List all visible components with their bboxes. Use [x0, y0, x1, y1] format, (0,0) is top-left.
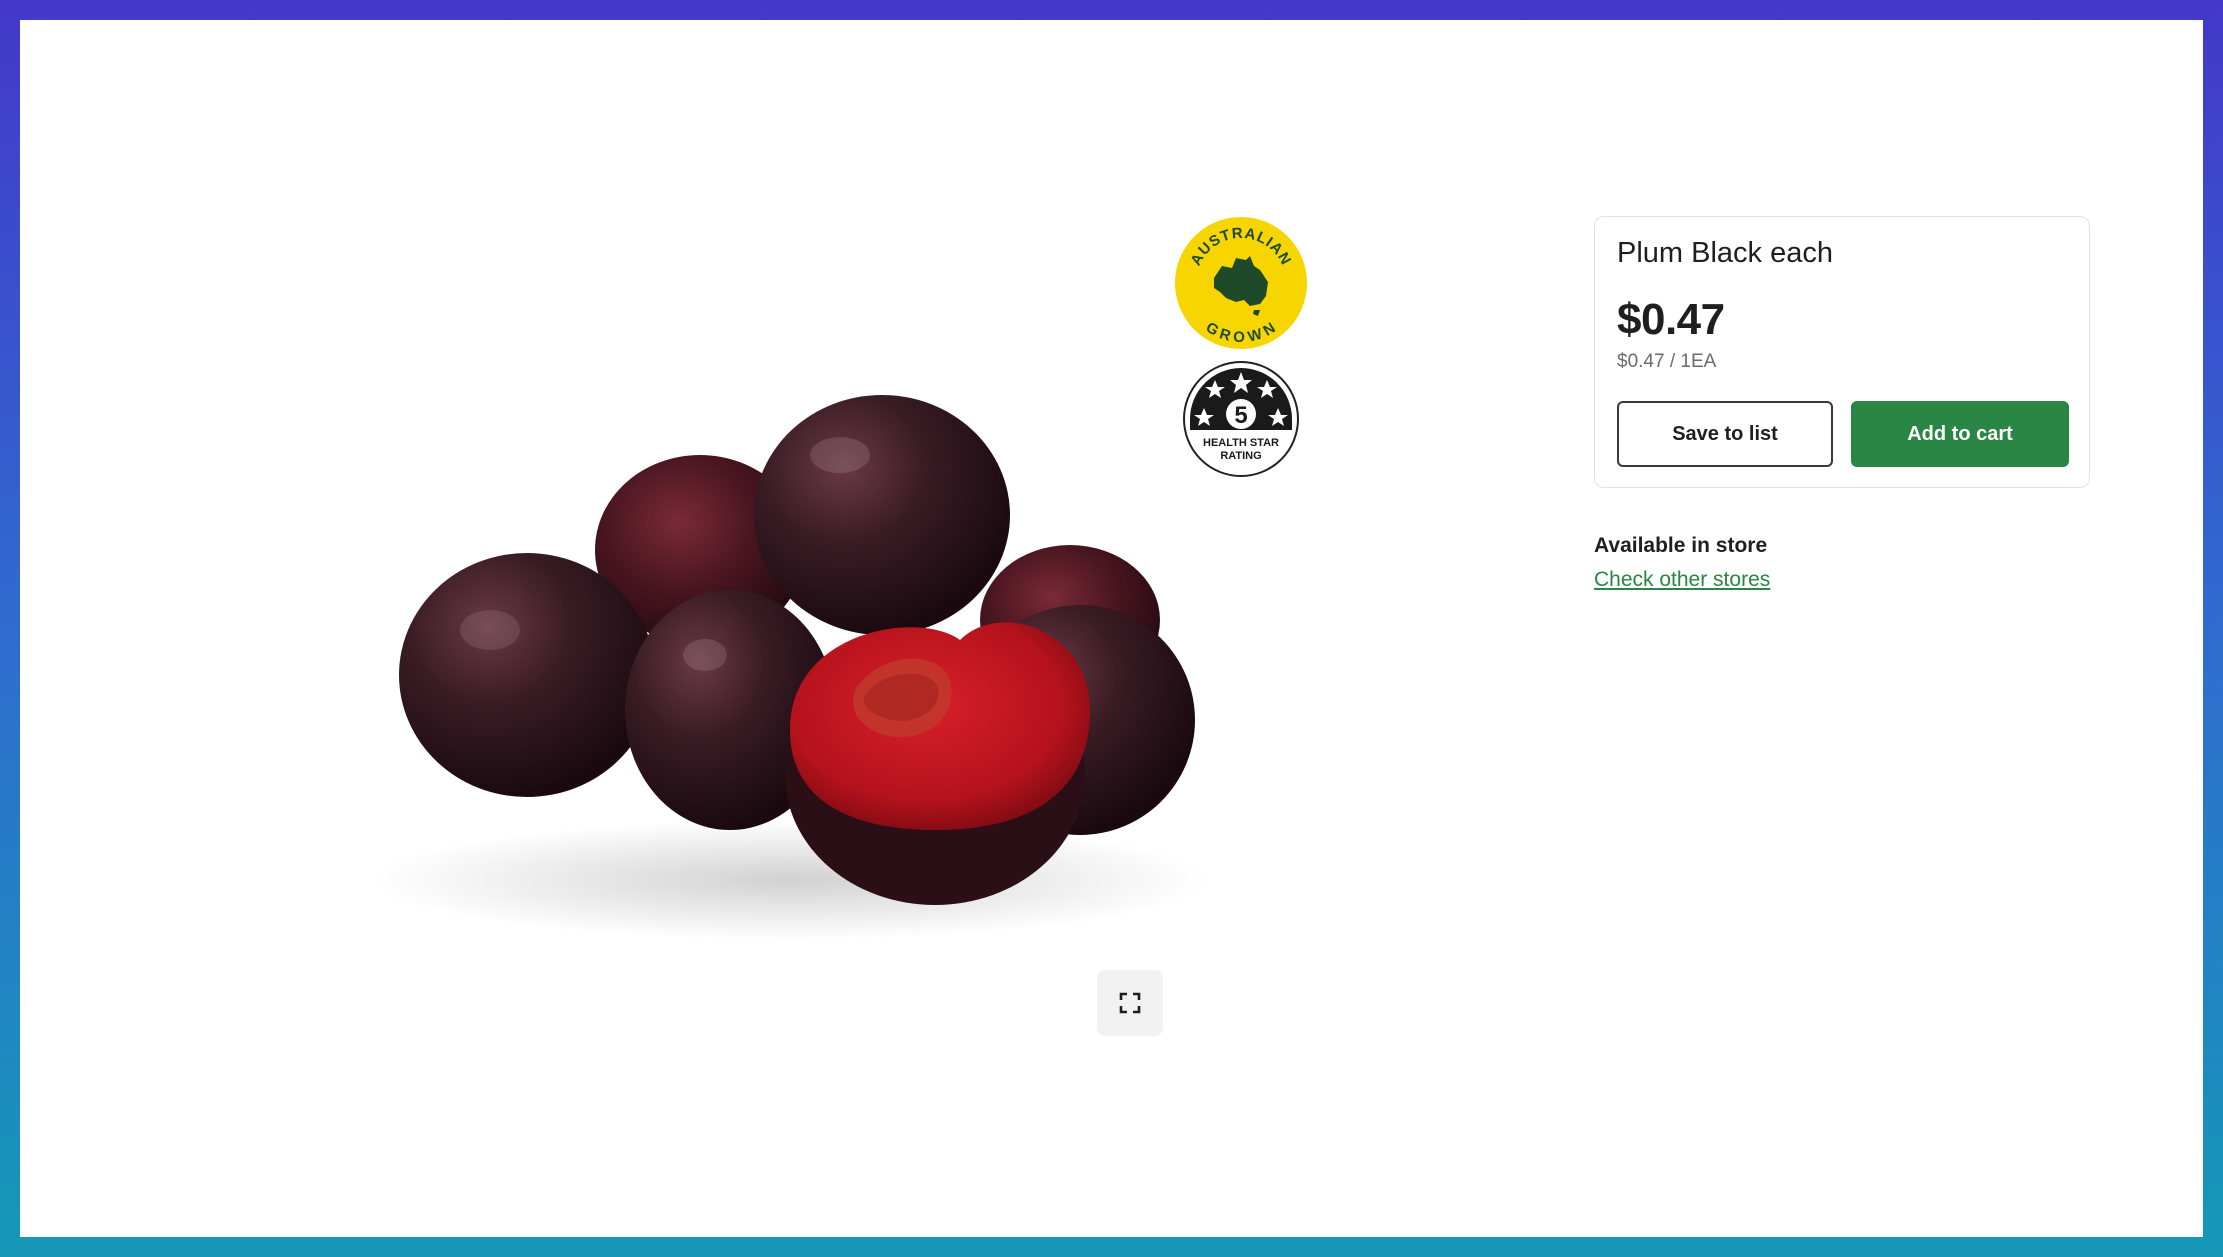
expand-image-button[interactable]: [1097, 970, 1163, 1036]
product-image: [370, 395, 1210, 940]
product-price: $0.47: [1617, 295, 1725, 344]
availability-status: Available in store: [1594, 534, 1768, 557]
expand-icon: [1119, 992, 1141, 1014]
unit-price: $0.47 / 1EA: [1617, 351, 1717, 372]
health-star-rating-badge: 5 HEALTH STAR RATING: [1183, 361, 1299, 477]
add-to-cart-button[interactable]: Add to cart: [1851, 401, 2069, 467]
svg-text:HEALTH STAR: HEALTH STAR: [1203, 437, 1279, 449]
svg-text:5: 5: [1234, 402, 1247, 429]
product-page: AUSTRALIAN GROWN 5 HEALTH STAR RATING Pl…: [20, 20, 2203, 1237]
product-info-card: Plum Black each $0.47 $0.47 / 1EA Save t…: [1594, 216, 2090, 488]
australian-grown-badge: AUSTRALIAN GROWN: [1175, 217, 1307, 349]
svg-text:RATING: RATING: [1220, 450, 1261, 462]
save-to-list-button[interactable]: Save to list: [1617, 401, 1833, 467]
check-other-stores-link[interactable]: Check other stores: [1594, 568, 1770, 592]
product-title: Plum Black each: [1617, 237, 1833, 269]
